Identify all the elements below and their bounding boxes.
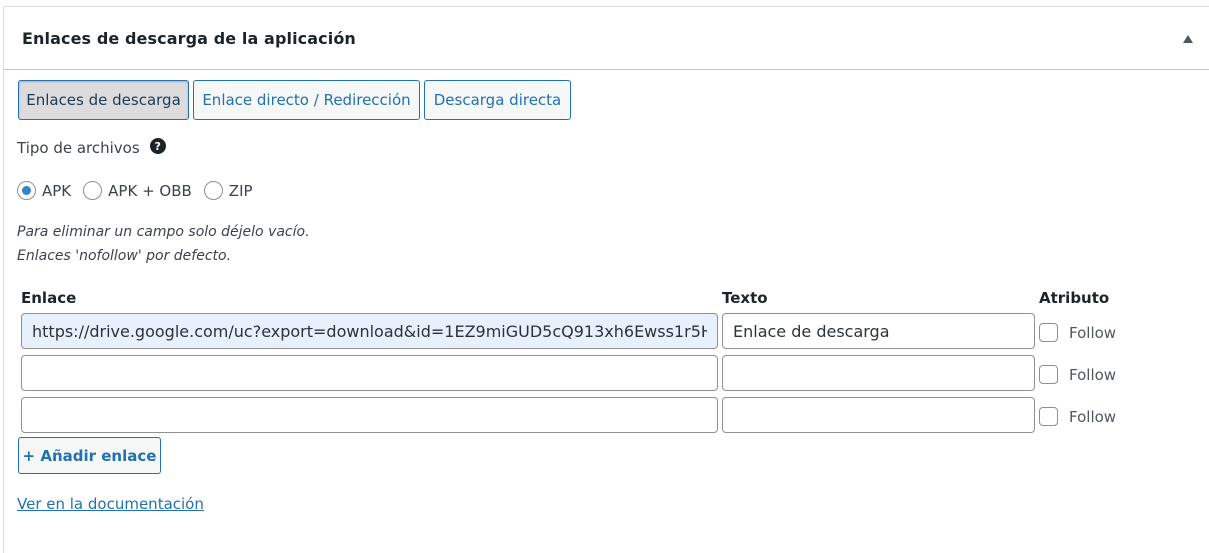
file-type-label: Tipo de archivos xyxy=(17,139,140,157)
tab-direct-download[interactable]: Descarga directa xyxy=(424,80,571,120)
radio-option-apk-obb[interactable]: APK + OBB xyxy=(83,181,192,200)
file-type-label-row: Tipo de archivos ? xyxy=(17,138,166,157)
link-input-3[interactable] xyxy=(21,397,718,433)
radio-zip[interactable] xyxy=(203,181,223,200)
documentation-link[interactable]: Ver en la documentación xyxy=(17,495,204,513)
radio-apk-obb[interactable] xyxy=(83,181,103,200)
text-input-2[interactable] xyxy=(722,355,1035,391)
radio-apk[interactable] xyxy=(17,181,36,200)
follow-checkbox-2[interactable] xyxy=(1039,365,1058,384)
radio-option-zip[interactable]: ZIP xyxy=(203,181,253,200)
add-link-button[interactable]: + Añadir enlace xyxy=(18,437,161,474)
triangle-up-icon[interactable] xyxy=(1182,34,1194,44)
column-header-link: Enlace xyxy=(21,289,77,307)
follow-option-2[interactable]: Follow xyxy=(1039,365,1116,384)
follow-label-3: Follow xyxy=(1069,407,1117,426)
column-header-attribute: Atributo xyxy=(1039,289,1110,307)
note-nofollow: Enlaces 'nofollow' por defecto. xyxy=(17,248,232,264)
radio-zip-label: ZIP xyxy=(228,181,253,200)
file-type-radio-group: APK APK + OBB ZIP xyxy=(17,181,265,200)
panel-title: Enlaces de descarga de la aplicación xyxy=(22,29,356,48)
radio-apk-obb-label: APK + OBB xyxy=(108,181,192,200)
follow-option-3[interactable]: Follow xyxy=(1039,407,1116,426)
link-input-1[interactable] xyxy=(21,313,718,349)
panel-header: Enlaces de descarga de la aplicación xyxy=(4,7,1209,70)
tab-download-links[interactable]: Enlaces de descarga xyxy=(18,80,189,120)
note-empty-field: Para eliminar un campo solo déjelo vacío… xyxy=(17,224,310,240)
link-input-2[interactable] xyxy=(21,355,718,391)
column-header-text: Texto xyxy=(722,289,768,307)
tab-direct-link-redirect[interactable]: Enlace directo / Redirección xyxy=(193,80,420,120)
radio-option-apk[interactable]: APK xyxy=(17,181,71,200)
follow-option-1[interactable]: Follow xyxy=(1039,323,1116,342)
text-input-3[interactable] xyxy=(722,397,1035,433)
radio-apk-label: APK xyxy=(42,181,72,200)
follow-label-1: Follow xyxy=(1069,323,1117,342)
text-input-1[interactable] xyxy=(722,313,1035,349)
question-circle-icon[interactable]: ? xyxy=(149,138,166,154)
follow-label-2: Follow xyxy=(1069,365,1117,384)
follow-checkbox-1[interactable] xyxy=(1039,323,1058,342)
follow-checkbox-3[interactable] xyxy=(1039,407,1058,426)
